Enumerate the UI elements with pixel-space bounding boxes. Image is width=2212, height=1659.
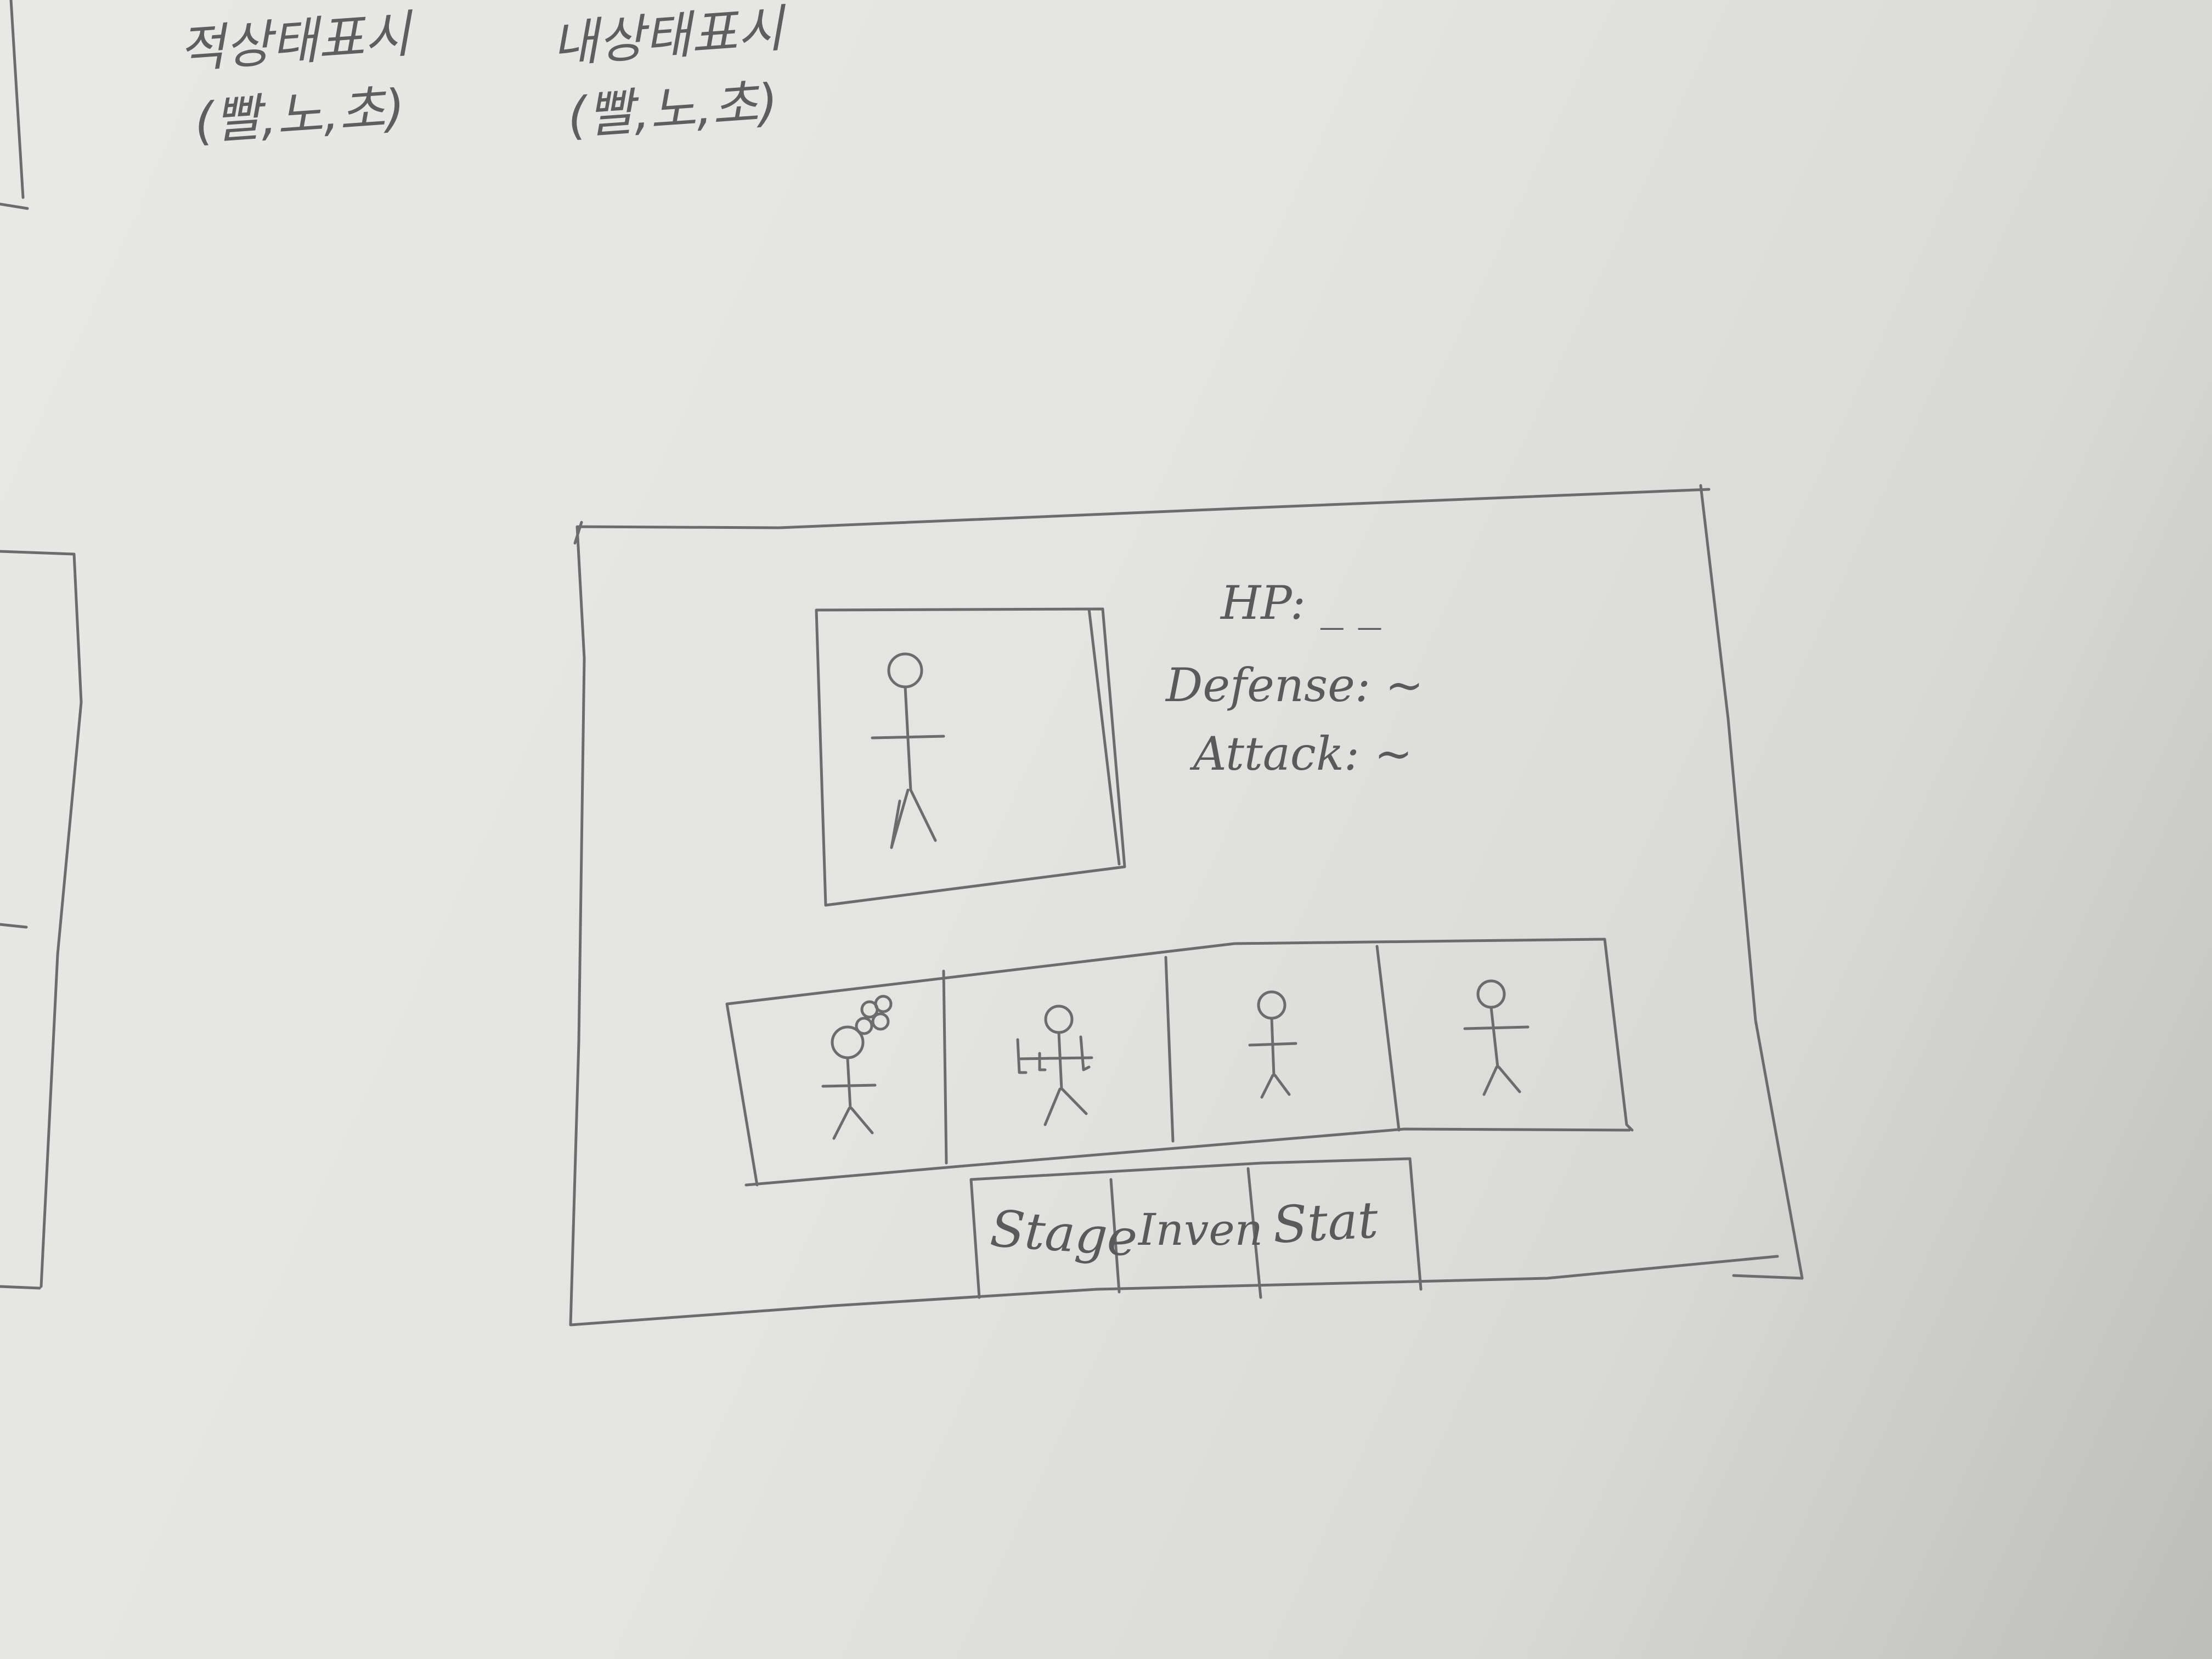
slot-2-armed-figure-icon	[1016, 1005, 1093, 1126]
defense-label: Defense: ~	[1166, 658, 1424, 712]
previous-sketch-frame-left	[0, 550, 83, 1290]
screen-frame	[569, 484, 1804, 1327]
my-status-note: 내상태표시 (빨,노,초)	[549, 0, 791, 154]
slot-3-stick-figure-icon	[1248, 990, 1297, 1099]
attack-label: Attack: ~	[1193, 727, 1413, 781]
hp-label: HP: _ _	[1221, 576, 1381, 630]
slot-4-stick-figure-icon	[1463, 979, 1530, 1096]
enemy-status-note: 적상태표시 (빨,노,초)	[176, 0, 418, 160]
slot-1-flower-hat-figure-icon	[821, 995, 893, 1140]
sketch-drawing	[0, 0, 1804, 1327]
portrait-stick-figure-icon	[871, 652, 945, 849]
tab-stage[interactable]: Stage	[989, 1199, 1139, 1268]
portrait-frame	[815, 607, 1126, 907]
tab-inven[interactable]: Inven	[1138, 1204, 1263, 1255]
tab-stat[interactable]: Stat	[1271, 1190, 1379, 1255]
previous-sketch-frame-top	[0, 0, 29, 210]
